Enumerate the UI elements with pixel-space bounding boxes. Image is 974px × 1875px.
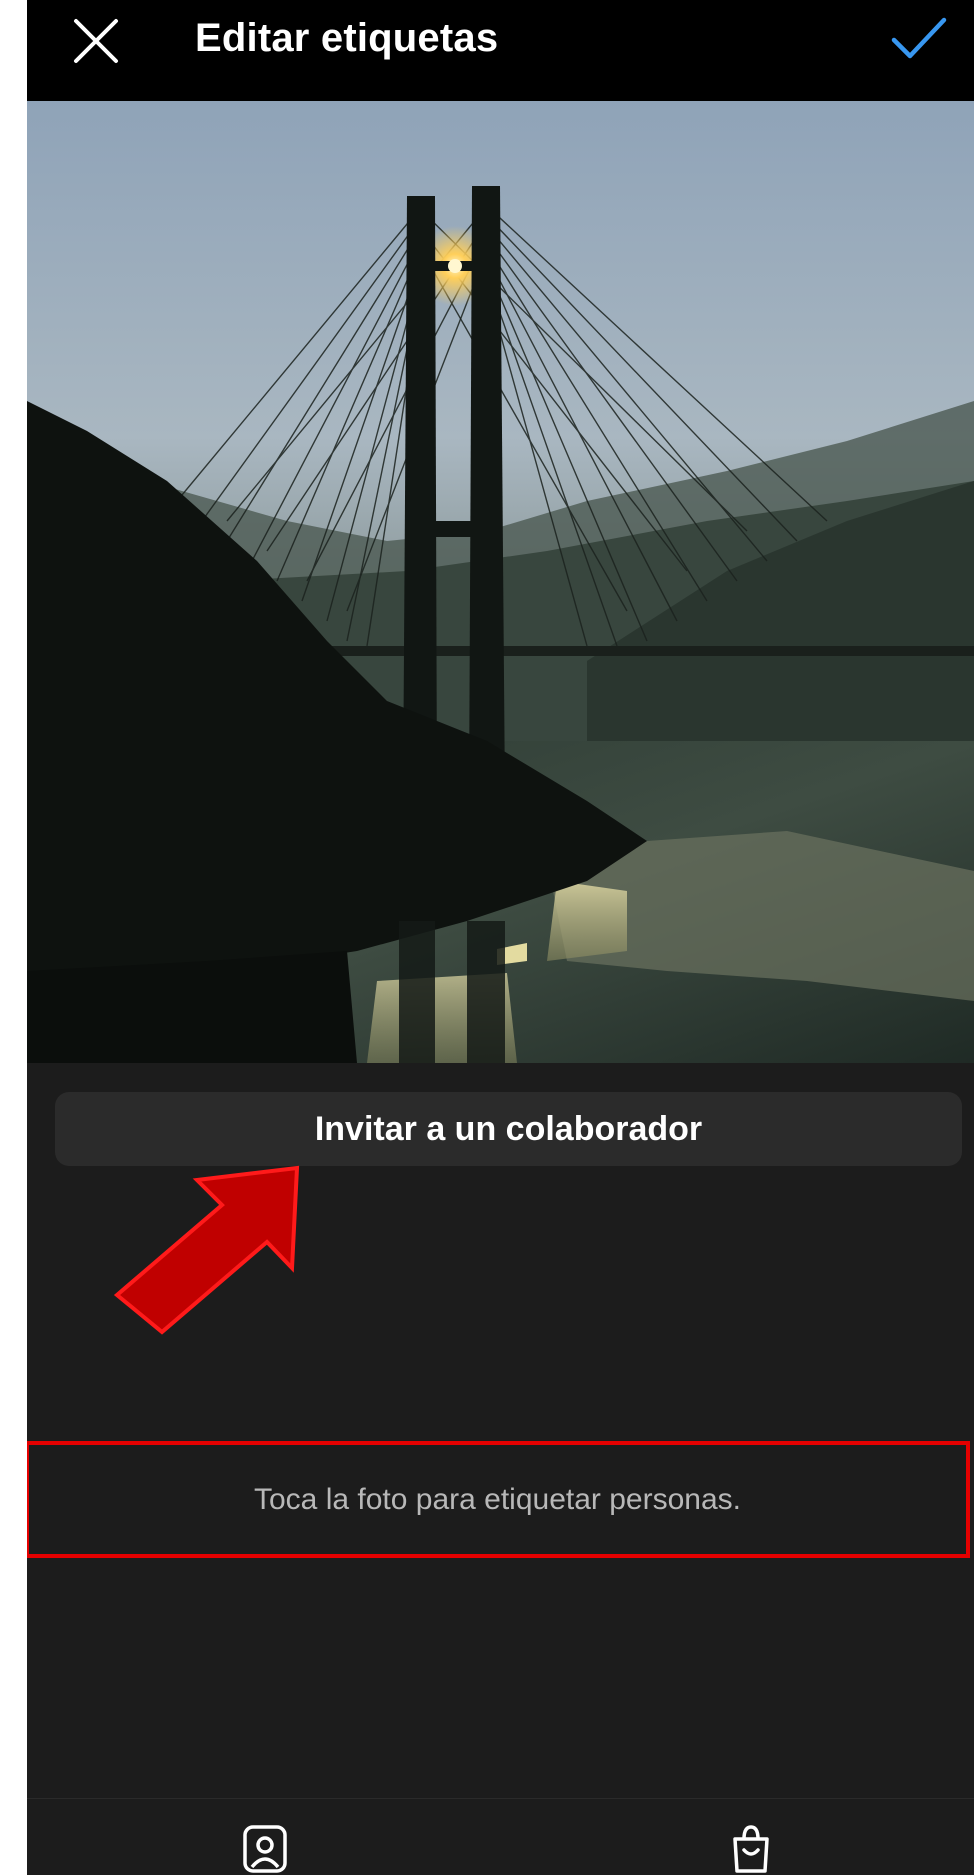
bottom-divider bbox=[27, 1798, 974, 1799]
annotation-arrow-icon bbox=[87, 1160, 317, 1350]
tag-photo[interactable] bbox=[27, 101, 974, 1063]
tag-hint-highlight: Toca la foto para etiquetar personas. bbox=[27, 1441, 970, 1558]
tag-hint-text: Toca la foto para etiquetar personas. bbox=[254, 1483, 741, 1516]
checkmark-icon[interactable] bbox=[890, 14, 948, 64]
page-title: Editar etiquetas bbox=[195, 16, 499, 60]
invite-collaborator-button[interactable]: Invitar a un colaborador bbox=[55, 1092, 962, 1166]
close-icon[interactable] bbox=[67, 12, 125, 70]
shopping-bag-icon[interactable] bbox=[725, 1823, 777, 1875]
top-bar: Editar etiquetas bbox=[27, 0, 974, 101]
edit-tags-screen: Editar etiquetas Invitar a un colaborado… bbox=[27, 0, 974, 1875]
screenshot-frame: Editar etiquetas Invitar a un colaborado… bbox=[0, 0, 974, 1875]
tag-people-icon[interactable] bbox=[239, 1823, 291, 1875]
